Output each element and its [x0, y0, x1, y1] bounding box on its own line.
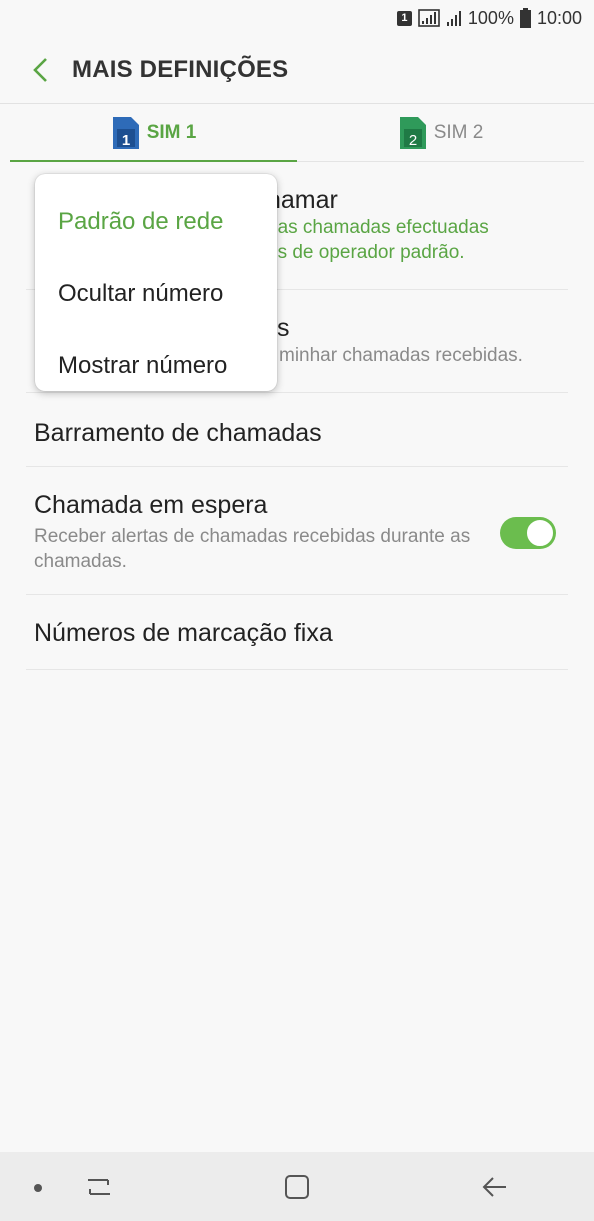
- sim-tabs: 1 SIM 1 2 SIM 2: [10, 104, 584, 162]
- setting-subtitle: Receber alertas de chamadas recebidas du…: [34, 526, 471, 572]
- nav-indicator-dot: [34, 1184, 42, 1192]
- signal-small-icon: [446, 11, 461, 26]
- back-arrow-icon: [33, 58, 47, 82]
- back-button[interactable]: [10, 36, 70, 104]
- menu-item-show-number[interactable]: Mostrar número: [35, 330, 277, 402]
- sim-badge-icon: 1: [396, 10, 412, 26]
- call-waiting-toggle[interactable]: [500, 517, 556, 549]
- setting-title: Barramento de chamadas: [34, 419, 322, 447]
- menu-item-network-default[interactable]: Padrão de rede: [35, 186, 277, 258]
- page-title: MAIS DEFINIÇÕES: [72, 56, 289, 83]
- setting-title: Chamada em espera: [34, 491, 268, 519]
- tab-sim-1[interactable]: 1 SIM 1: [10, 104, 297, 162]
- tab-label: SIM 2: [433, 121, 484, 143]
- back-icon[interactable]: [480, 1172, 510, 1202]
- app-bar: MAIS DEFINIÇÕES: [0, 36, 594, 104]
- battery-percentage: 100%: [467, 7, 514, 28]
- home-icon[interactable]: [282, 1172, 312, 1202]
- clock: 10:00: [536, 7, 582, 28]
- caller-id-options-menu: Padrão de rede Ocultar número Mostrar nú…: [35, 174, 277, 391]
- battery-icon: [519, 8, 531, 28]
- setting-fixed-dialing-numbers[interactable]: Números de marcação fixa: [26, 595, 568, 670]
- sim-card-icon: 1: [112, 116, 139, 149]
- signal-icon: [418, 9, 440, 27]
- setting-call-barring[interactable]: Barramento de chamadas: [26, 393, 568, 467]
- tab-label: SIM 1: [146, 121, 197, 143]
- setting-title: Números de marcação fixa: [34, 619, 333, 647]
- setting-call-waiting[interactable]: Chamada em espera Receber alertas de cha…: [26, 467, 568, 595]
- sim-card-icon: 2: [399, 116, 426, 149]
- menu-item-hide-number[interactable]: Ocultar número: [35, 258, 277, 330]
- status-bar: 1 100% 10:00: [0, 0, 594, 36]
- svg-text:1: 1: [122, 132, 130, 149]
- navigation-bar: [0, 1152, 594, 1221]
- tab-sim-2[interactable]: 2 SIM 2: [297, 104, 584, 161]
- toggle-knob: [526, 519, 554, 547]
- recent-apps-icon[interactable]: [84, 1172, 114, 1202]
- svg-text:2: 2: [409, 132, 417, 149]
